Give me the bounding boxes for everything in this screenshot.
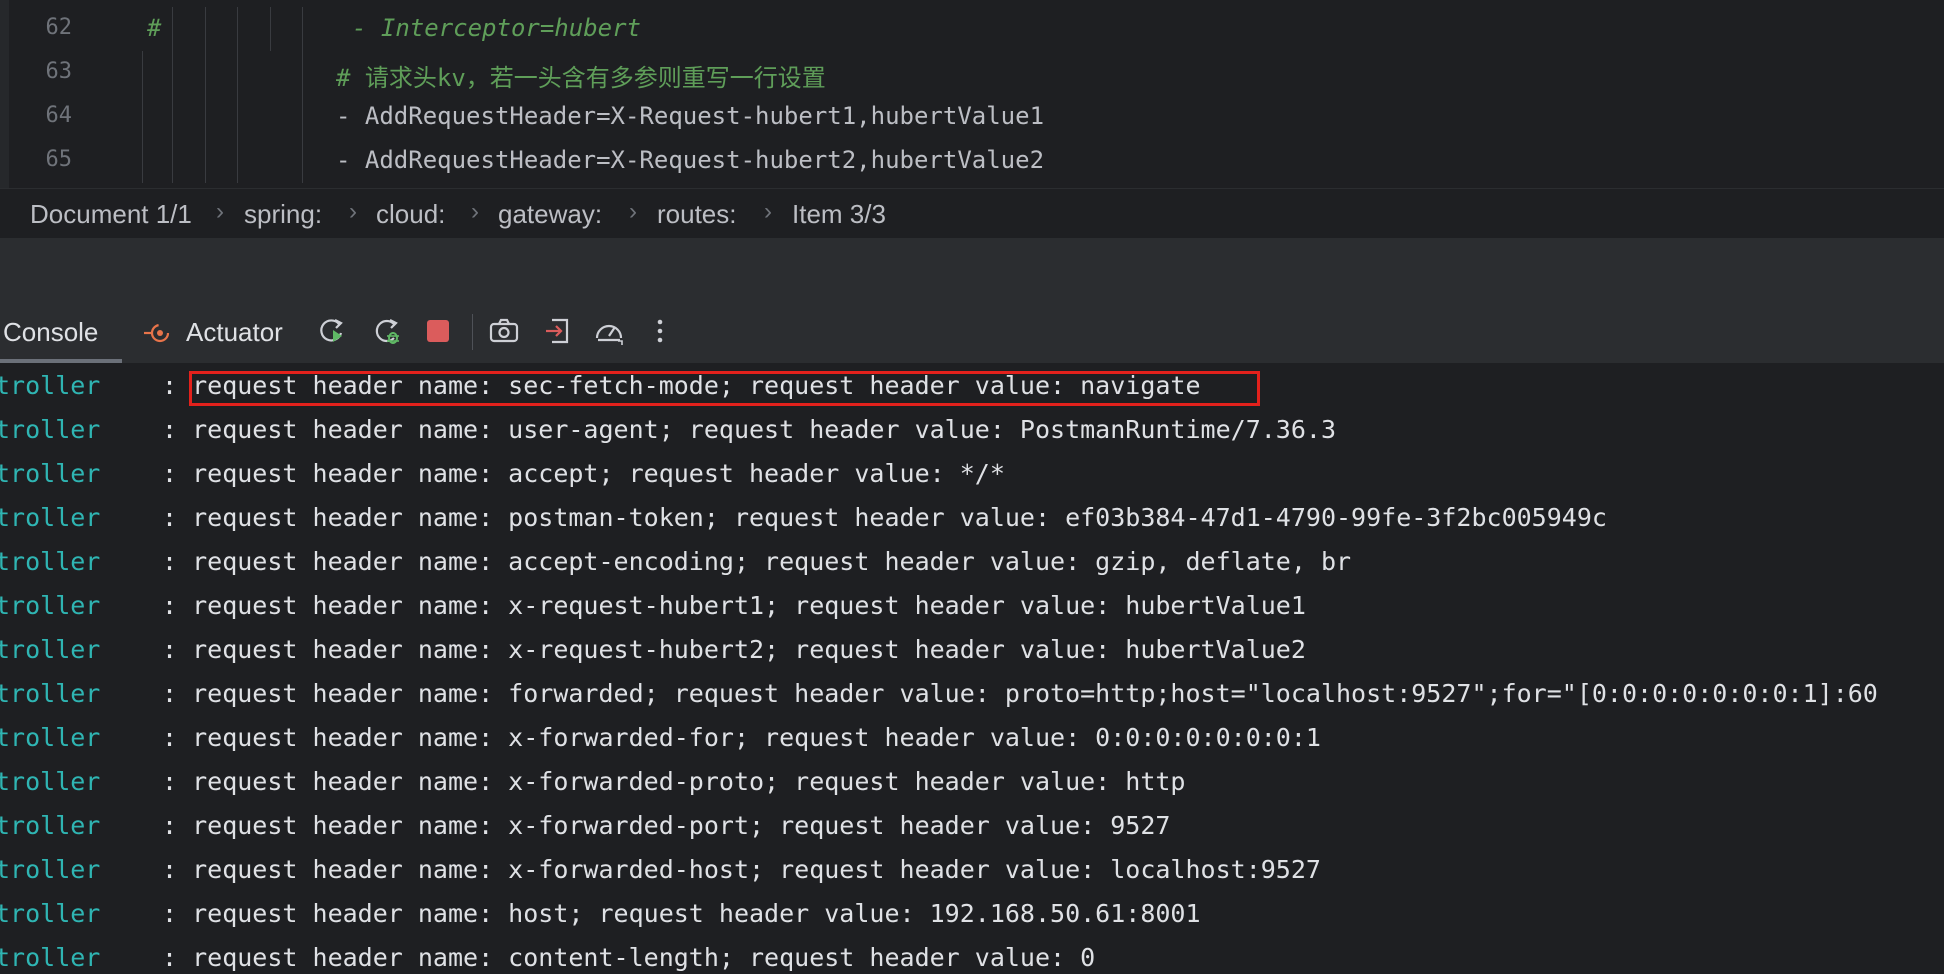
breadcrumb-cloud[interactable]: cloud:: [376, 199, 445, 230]
console-line: troller : request header name: x-request-…: [0, 583, 1944, 627]
actuator-icon: [144, 323, 170, 343]
logger-name[interactable]: troller: [0, 547, 100, 576]
console-line: troller : request header name: accept-enc…: [0, 539, 1944, 583]
commented-code: - Interceptor=hubert: [352, 14, 641, 42]
logger-name[interactable]: troller: [0, 767, 100, 796]
breadcrumb-item[interactable]: Item 3/3: [792, 199, 886, 230]
console-line: troller : request header name: x-request-…: [0, 627, 1944, 671]
log-message: : request header name: x-forwarded-proto…: [162, 767, 1186, 796]
screenshot-icon[interactable]: [487, 314, 521, 348]
profiler-icon[interactable]: [592, 314, 626, 348]
console-line: troller : request header name: x-forwarde…: [0, 715, 1944, 759]
rerun-debug-icon[interactable]: [370, 314, 404, 348]
console-line: troller : request header name: user-agent…: [0, 407, 1944, 451]
log-message: : request header name: accept; request h…: [162, 459, 1005, 488]
console-line: troller : request header name: sec-fetch-…: [0, 363, 1944, 407]
logger-name[interactable]: troller: [0, 855, 100, 884]
breadcrumb: Document 1/1 › spring: › cloud: › gatewa…: [0, 188, 1944, 238]
logger-name[interactable]: troller: [0, 811, 100, 840]
log-message: : request header name: postman-token; re…: [162, 503, 1607, 532]
tab-console[interactable]: Console: [0, 300, 122, 363]
tab-actuator[interactable]: Actuator: [140, 300, 290, 363]
export-icon[interactable]: [541, 314, 575, 348]
yaml-comment: # 请求头kv，若一头含有多参则重写一行设置: [336, 64, 826, 92]
logger-name[interactable]: troller: [0, 503, 100, 532]
log-message: : request header name: host; request hea…: [162, 899, 1201, 928]
yaml-list-item: - AddRequestHeader=X-Request-hubert2,hub…: [336, 146, 1045, 174]
breadcrumb-separator-icon: ›: [216, 198, 224, 225]
breadcrumb-separator-icon: ›: [764, 198, 772, 225]
code-editor[interactable]: 62 # - Interceptor=hubert 63 # 请求头kv，若一头…: [0, 0, 1944, 188]
breadcrumb-separator-icon: ›: [349, 198, 357, 225]
stop-icon[interactable]: [421, 314, 455, 348]
tab-actuator-label: Actuator: [186, 317, 283, 347]
log-message: : request header name: x-request-hubert2…: [162, 635, 1306, 664]
console-output[interactable]: troller : request header name: sec-fetch-…: [0, 363, 1944, 974]
logger-name[interactable]: troller: [0, 415, 100, 444]
console-line: troller : request header name: content-le…: [0, 935, 1944, 974]
line-number: 63: [45, 59, 73, 84]
logger-name[interactable]: troller: [0, 371, 100, 400]
logger-name[interactable]: troller: [0, 679, 100, 708]
logger-name[interactable]: troller: [0, 943, 100, 972]
log-message: : request header name: x-request-hubert1…: [162, 591, 1306, 620]
logger-name[interactable]: troller: [0, 635, 100, 664]
log-message: : request header name: x-forwarded-for; …: [162, 723, 1321, 752]
tab-console-label: Console: [3, 317, 99, 347]
panel-splitter[interactable]: [0, 237, 1944, 301]
breadcrumb-spring[interactable]: spring:: [244, 199, 322, 230]
console-line: troller : request header name: x-forwarde…: [0, 847, 1944, 891]
breadcrumb-separator-icon: ›: [471, 198, 479, 225]
line-number: 65: [45, 147, 73, 172]
log-message: : request header name: accept-encoding; …: [162, 547, 1352, 576]
editor-line-63[interactable]: 63 # 请求头kv，若一头含有多参则重写一行设置: [0, 51, 1944, 95]
log-message: : request header name: content-length; r…: [162, 943, 1096, 972]
console-line: troller : request header name: accept; re…: [0, 451, 1944, 495]
logger-name[interactable]: troller: [0, 591, 100, 620]
toolbar-divider: [472, 314, 473, 350]
yaml-list-item: - AddRequestHeader=X-Request-hubert1,hub…: [336, 102, 1045, 130]
logger-name[interactable]: troller: [0, 459, 100, 488]
line-number: 64: [45, 103, 73, 128]
log-message: : request header name: sec-fetch-mode; r…: [162, 371, 1201, 400]
console-line: troller : request header name: x-forwarde…: [0, 759, 1944, 803]
editor-line-62[interactable]: 62 # - Interceptor=hubert: [0, 7, 1944, 51]
breadcrumb-separator-icon: ›: [629, 198, 637, 225]
log-message: : request header name: x-forwarded-host;…: [162, 855, 1321, 884]
editor-line-65[interactable]: 65 - AddRequestHeader=X-Request-hubert2,…: [0, 139, 1944, 183]
rerun-icon[interactable]: [315, 314, 349, 348]
log-message: : request header name: forwarded; reques…: [162, 679, 1878, 708]
breadcrumb-routes[interactable]: routes:: [657, 199, 737, 230]
console-line: troller : request header name: forwarded;…: [0, 671, 1944, 715]
run-toolbar: Console Actuator: [0, 300, 1944, 363]
log-message: : request header name: x-forwarded-port;…: [162, 811, 1171, 840]
logger-name[interactable]: troller: [0, 899, 100, 928]
more-icon[interactable]: [643, 314, 677, 348]
yaml-comment-hash: #: [147, 14, 162, 42]
console-line: troller : request header name: host; requ…: [0, 891, 1944, 935]
logger-name[interactable]: troller: [0, 723, 100, 752]
breadcrumb-document[interactable]: Document 1/1: [30, 199, 192, 230]
log-message: : request header name: user-agent; reque…: [162, 415, 1336, 444]
console-line: troller : request header name: x-forwarde…: [0, 803, 1944, 847]
console-line: troller : request header name: postman-to…: [0, 495, 1944, 539]
line-number: 62: [45, 15, 73, 40]
breadcrumb-gateway[interactable]: gateway:: [498, 199, 602, 230]
editor-line-64[interactable]: 64 - AddRequestHeader=X-Request-hubert1,…: [0, 95, 1944, 139]
